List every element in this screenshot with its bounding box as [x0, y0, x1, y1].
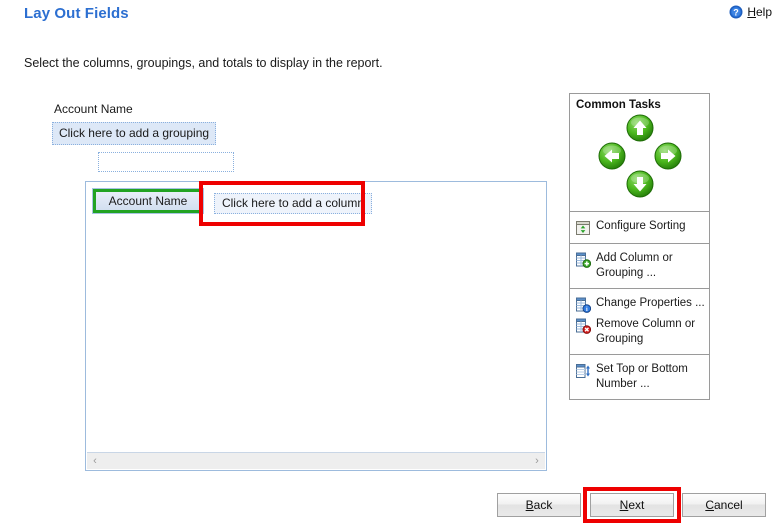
- cancel-label-rest: ancel: [713, 498, 743, 512]
- add-grouping-placeholder[interactable]: Click here to add a grouping: [52, 122, 216, 145]
- common-tasks-panel: Common Tasks Configure Sorting Add Colum…: [569, 93, 710, 400]
- task-label: Change Properties ...: [596, 297, 705, 309]
- task-section-add: Add Column or Grouping ...: [570, 243, 709, 288]
- add-column-icon: [575, 252, 592, 268]
- scroll-right-icon[interactable]: ›: [529, 455, 545, 467]
- arrow-down-icon[interactable]: [626, 170, 654, 198]
- column-properties-icon: i: [575, 297, 592, 313]
- back-button[interactable]: Back: [497, 493, 581, 517]
- next-button[interactable]: Next: [590, 493, 674, 517]
- task-label: Configure Sorting: [596, 220, 686, 232]
- nav-arrow-pad: [570, 113, 709, 211]
- svg-text:?: ?: [734, 8, 740, 18]
- empty-grouping-slot[interactable]: [98, 152, 234, 172]
- help-link[interactable]: ? Help: [729, 5, 772, 19]
- task-configure-sorting[interactable]: Configure Sorting: [575, 218, 705, 237]
- task-section-top-bottom: Set Top or Bottom Number ...: [570, 354, 709, 399]
- column-header-account-name[interactable]: Account Name: [92, 188, 204, 214]
- dialog-footer: Back Next Cancel: [0, 487, 784, 523]
- help-label-rest: elp: [755, 5, 772, 19]
- remove-column-icon: [575, 318, 592, 334]
- page-title: Lay Out Fields: [24, 5, 129, 22]
- help-access-key: H: [747, 5, 756, 19]
- back-access-key: B: [525, 498, 534, 512]
- arrow-up-icon[interactable]: [626, 114, 654, 142]
- arrow-right-icon[interactable]: [654, 142, 682, 170]
- next-label-rest: ext: [628, 498, 645, 512]
- back-label-rest: ack: [533, 498, 553, 512]
- common-tasks-title: Common Tasks: [576, 99, 661, 111]
- help-label: Help: [747, 5, 772, 19]
- cancel-access-key: C: [705, 498, 714, 512]
- grouping-area: Account Name Click here to add a groupin…: [52, 102, 302, 172]
- top-bottom-icon: [575, 363, 591, 379]
- task-label: Add Column or Grouping ...: [596, 252, 673, 279]
- task-set-top-or-bottom-number[interactable]: Set Top or Bottom Number ...: [575, 361, 705, 393]
- sort-icon: [575, 220, 591, 236]
- task-section-sorting: Configure Sorting: [570, 211, 709, 243]
- report-design-surface[interactable]: Account Name Click here to add a column …: [85, 181, 547, 471]
- task-remove-column-or-grouping[interactable]: Remove Column or Grouping: [575, 316, 705, 348]
- instruction-text: Select the columns, groupings, and total…: [24, 56, 383, 70]
- table-header-row: Account Name Click here to add a column: [92, 188, 372, 214]
- task-label: Remove Column or Grouping: [596, 318, 696, 345]
- cancel-button[interactable]: Cancel: [682, 493, 766, 517]
- task-add-column-or-grouping[interactable]: Add Column or Grouping ...: [575, 250, 705, 282]
- help-circle-icon: ?: [729, 5, 743, 19]
- arrow-left-icon[interactable]: [598, 142, 626, 170]
- task-change-properties[interactable]: i Change Properties ...: [575, 295, 705, 314]
- horizontal-scrollbar[interactable]: ‹ ›: [87, 452, 545, 469]
- add-column-placeholder[interactable]: Click here to add a column: [214, 193, 372, 214]
- task-label: Set Top or Bottom Number ...: [596, 363, 688, 390]
- scroll-left-icon[interactable]: ‹: [87, 455, 103, 467]
- task-section-modify: i Change Properties ... Remove Column or…: [570, 288, 709, 354]
- grouping-field-label: Account Name: [54, 102, 133, 116]
